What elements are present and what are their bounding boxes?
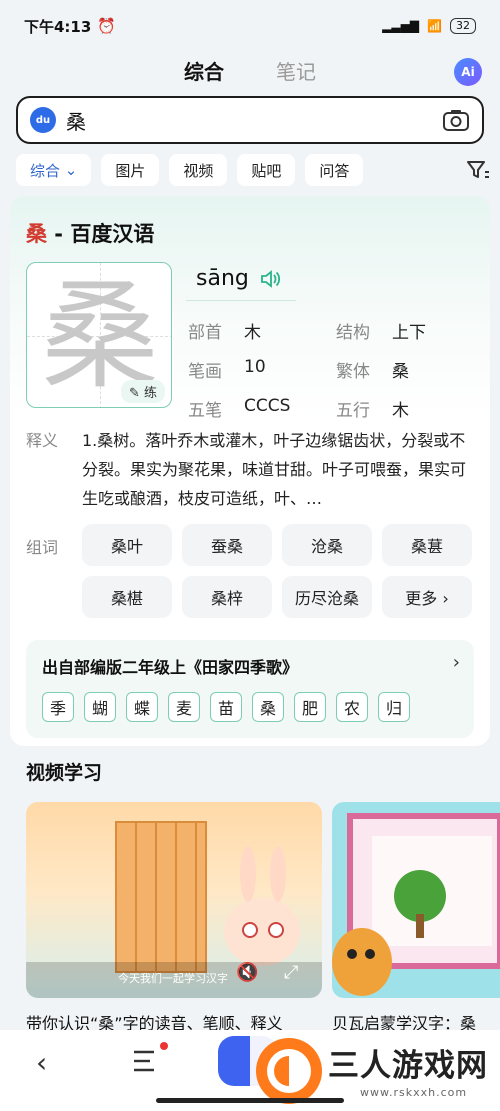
filter-bar: 综合 ⌄ 图片 视频 贴吧 问答 [16,152,490,188]
attr-value: CCCS [244,396,291,416]
watermark-url: www.rskxxh.com [360,1086,468,1099]
character-attributes: 部首 木 结构 上下 笔画 10 繁体 桑 五笔 CCCS 五行 木 [188,318,484,421]
status-bar: 下午4:13 ⏰ ▂▃▅▇ 📶 32 [0,0,500,52]
word-chip[interactable]: 蚕桑 [182,524,272,566]
top-tabs: 综合 笔记 [0,56,500,92]
attr-key: 部首 [188,323,222,343]
search-input[interactable]: 桑 [66,106,442,135]
attr-key: 繁体 [336,362,370,382]
tab-notes[interactable]: 笔记 [276,56,316,92]
alarm-icon: ⏰ [97,17,116,35]
words-label: 组词 [26,538,59,557]
video-section-heading: 视频学习 [26,762,103,784]
word-chip[interactable]: 桑椹 [82,576,172,618]
divider [186,300,296,301]
attr-value: 木 [392,401,409,421]
meaning-label: 释义 [26,431,59,450]
ai-assistant-button[interactable]: Ai [454,58,482,86]
signal-icon: ▂▃▅▇ [382,19,420,33]
status-time: 下午4:13 [24,17,92,36]
attr-value: 木 [244,323,261,343]
video-caption: 今天我们一起学习汉字 [118,972,228,985]
home-indicator[interactable] [156,1098,344,1103]
word-chip[interactable]: 桑梓 [182,576,272,618]
word-chip[interactable]: 沧桑 [282,524,372,566]
word-chip[interactable]: 历尽沧桑 [282,576,372,618]
chevron-down-icon: ⌄ [64,161,78,179]
video-illustration [26,821,322,998]
attr-key: 五笔 [188,401,222,421]
attr-key: 结构 [336,323,370,343]
mute-icon[interactable]: 🔇 [236,962,258,983]
fullscreen-icon[interactable]: ⤢ [284,962,298,983]
source-char[interactable]: 归 [378,692,410,722]
camera-icon[interactable] [442,108,470,132]
notification-dot [160,1042,168,1050]
textbook-source-panel[interactable]: 出自部编版二年级上《田家四季歌》 › 季 蝴 蝶 麦 苗 桑 肥 农 归 [26,640,474,738]
battery-indicator: 32 [450,18,476,34]
chevron-right-icon[interactable]: › [453,652,460,673]
source-char[interactable]: 蝴 [84,692,116,722]
source-char[interactable]: 蝶 [126,692,158,722]
baidu-logo-icon: du [30,107,56,133]
title-source: - 百度汉语 [47,222,155,246]
more-words-button[interactable]: 更多 › [382,576,472,618]
source-char[interactable]: 桑 [252,692,284,722]
pinyin-text: sāng [196,266,249,291]
attr-key: 五行 [336,401,370,421]
menu-icon[interactable] [132,1048,160,1074]
meaning-section[interactable]: 释义 1.桑树。落叶乔木或灌木，叶子边缘锯齿状，分裂或不分裂。果实为聚花果，味道… [26,426,478,513]
attr-value: 桑 [392,362,409,382]
source-char[interactable]: 苗 [210,692,242,722]
speaker-icon[interactable] [260,270,280,288]
filter-qa[interactable]: 问答 [305,154,364,186]
attr-key: 笔画 [188,362,222,382]
filter-funnel-icon[interactable] [466,158,490,182]
video-thumbnail-2[interactable] [332,802,500,998]
dictionary-card[interactable]: 桑 - 百度汉语 桑 ✎ 练 sāng 部首 木 结构 上下 笔画 10 繁体 … [10,196,490,746]
video-thumbnail-1[interactable]: 今天我们一起学习汉字 🔇 ⤢ [26,802,322,998]
source-char[interactable]: 肥 [294,692,326,722]
meaning-text: 1.桑树。落叶乔木或灌木，叶子边缘锯齿状，分裂或不分裂。果实为聚花果，味道甘甜。… [82,431,467,508]
watermark-logo-icon [256,1038,322,1104]
filter-images[interactable]: 图片 [101,154,160,186]
watermark-name: 三人游戏网 [328,1048,488,1084]
filter-tieba[interactable]: 贴吧 [237,154,296,186]
source-char[interactable]: 季 [42,692,74,722]
source-title: 出自部编版二年级上《田家四季歌》 [42,658,299,677]
search-bar[interactable]: du 桑 [16,96,484,144]
practice-button[interactable]: ✎ 练 [120,380,165,403]
video-illustration [332,813,500,996]
card-title[interactable]: 桑 - 百度汉语 [26,218,154,248]
word-grid: 桑叶 蚕桑 沧桑 桑葚 桑椹 桑梓 历尽沧桑 更多 › [82,524,478,618]
word-chip[interactable]: 桑葚 [382,524,472,566]
practice-label: 练 [143,386,157,401]
title-character: 桑 [26,222,47,246]
attr-value: 10 [244,357,266,377]
source-char[interactable]: 农 [336,692,368,722]
source-character-list: 季 蝴 蝶 麦 苗 桑 肥 农 归 [42,692,410,722]
pinyin: sāng [196,266,280,291]
filter-all[interactable]: 综合 ⌄ [16,154,92,186]
character-stroke-box[interactable]: 桑 ✎ 练 [26,262,172,408]
attr-value: 上下 [392,323,426,343]
tab-all[interactable]: 综合 [184,56,224,92]
pencil-icon: ✎ [128,386,140,401]
back-icon[interactable]: ‹ [36,1046,47,1079]
wifi-icon: 📶 [427,19,442,33]
word-chip[interactable]: 桑叶 [82,524,172,566]
filter-label: 综合 [30,161,61,180]
filter-videos[interactable]: 视频 [169,154,228,186]
source-char[interactable]: 麦 [168,692,200,722]
